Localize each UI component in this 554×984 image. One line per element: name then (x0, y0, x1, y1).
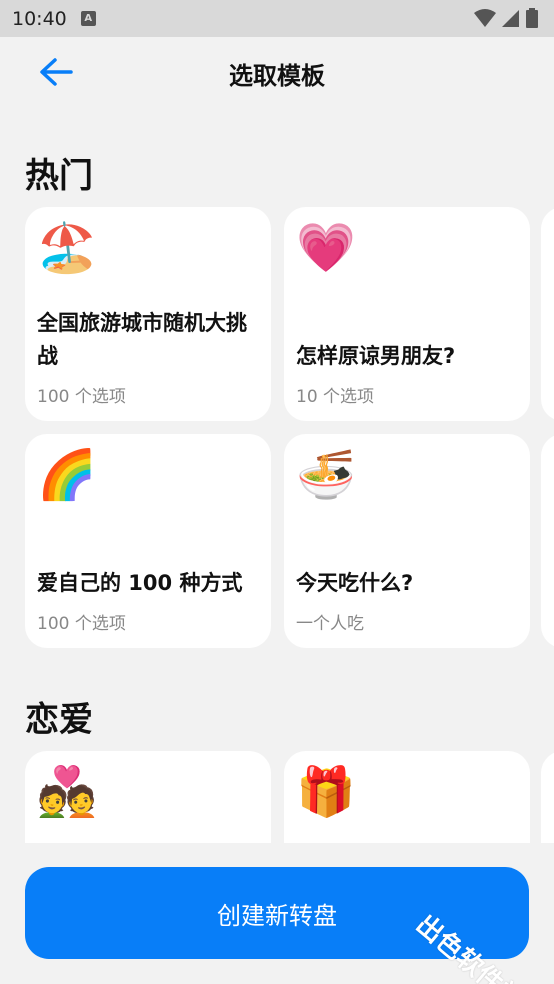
template-card-partial[interactable] (541, 434, 554, 648)
status-icons (474, 8, 538, 28)
status-bar: 10:40 A (0, 0, 554, 37)
template-card-partial[interactable] (541, 207, 554, 421)
card-title: 爱自己的 100 种方式 (37, 571, 243, 595)
create-button-label: 创建新转盘 (217, 901, 337, 930)
section-title-love: 恋爱 (25, 700, 93, 740)
arrow-left-icon (40, 58, 73, 86)
card-title: 怎样原谅男朋友? (296, 344, 456, 368)
couple-with-heart-icon: 💑 (37, 764, 97, 820)
noodle-bowl-icon: 🍜 (296, 447, 356, 503)
template-card[interactable]: 💗 怎样原谅男朋友? 10 个选项 (284, 207, 530, 421)
top-app-bar: 选取模板 (0, 37, 554, 109)
status-time: 10:40 (12, 7, 67, 30)
gift-icon: 🎁 (296, 764, 356, 820)
template-card[interactable]: 🌈 爱自己的 100 种方式 100 个选项 (25, 434, 271, 648)
card-subtitle: 100 个选项 (37, 614, 126, 634)
rainbow-icon: 🌈 (37, 447, 97, 503)
beach-umbrella-icon: 🏖️ (37, 220, 97, 276)
section-title-hot: 热门 (25, 156, 93, 196)
template-card[interactable]: 🍜 今天吃什么? 一个人吃 (284, 434, 530, 648)
card-title: 全国旅游城市随机大挑战 (37, 311, 247, 368)
battery-icon (526, 8, 538, 28)
card-title: 今天吃什么? (296, 571, 414, 595)
card-subtitle: 100 个选项 (37, 387, 126, 407)
page-title: 选取模板 (229, 61, 325, 90)
back-button[interactable] (38, 54, 78, 90)
card-subtitle: 10 个选项 (296, 387, 375, 407)
signal-icon (502, 10, 519, 27)
notification-icon: A (80, 11, 96, 26)
wifi-icon (474, 9, 496, 27)
card-subtitle: 一个人吃 (296, 614, 364, 634)
heart-icon: 💗 (296, 220, 356, 276)
template-card[interactable]: 🏖️ 全国旅游城市随机大挑战 100 个选项 (25, 207, 271, 421)
